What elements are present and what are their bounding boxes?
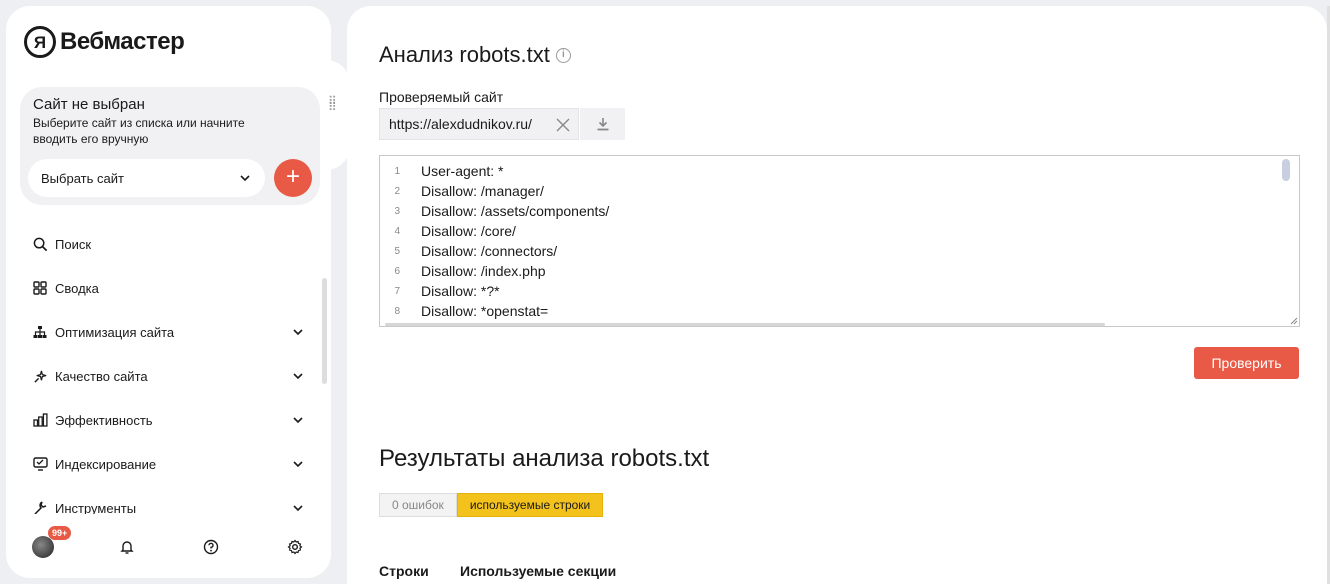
nav-item-label: Индексирование — [55, 456, 157, 472]
editor-horizontal-scrollbar[interactable] — [385, 323, 1105, 326]
editor-line: 5 Disallow: /connectors/ — [380, 241, 1299, 261]
column-header-sections: Используемые секции — [460, 563, 617, 579]
logo[interactable]: Я Вебмастер — [24, 26, 185, 58]
line-number: 3 — [394, 205, 400, 217]
line-text: Disallow: /index.php — [421, 263, 546, 279]
drag-handle-icon[interactable]: ⠿ ⠿ — [328, 95, 338, 113]
sidebar-bottom-bar: 99+ — [6, 522, 331, 572]
tab-used-lines[interactable]: используемые строки — [456, 493, 604, 517]
page-title: Анализ robots.txt i — [379, 42, 571, 68]
line-text: Disallow: /connectors/ — [421, 243, 558, 259]
info-icon[interactable]: i — [555, 47, 571, 63]
nav-item-tools[interactable]: Инструменты — [6, 486, 326, 514]
results-title: Результаты анализа robots.txt — [379, 445, 710, 472]
line-number: 5 — [394, 245, 400, 257]
nav-item-label: Оптимизация сайта — [55, 324, 175, 340]
results-tabs: 0 ошибок используемые строки — [379, 493, 604, 517]
site-field-label: Проверяемый сайт — [379, 89, 504, 105]
editor-line: 7 Disallow: *?* — [380, 281, 1299, 301]
nav-item-label: Сводка — [55, 280, 99, 296]
nav-item-indexing[interactable]: Индексирование — [6, 442, 326, 486]
bell-icon[interactable] — [119, 539, 135, 555]
sparkle-icon — [32, 368, 48, 384]
line-text: User-agent: * — [421, 163, 504, 179]
line-text: Disallow: /assets/components/ — [421, 203, 610, 219]
select-site-dropdown[interactable]: Выбрать сайт — [28, 159, 265, 197]
editor-line: 3 Disallow: /assets/components/ — [380, 201, 1299, 221]
editor-line: 8 Disallow: *openstat= — [380, 301, 1299, 321]
line-number: 1 — [394, 165, 400, 177]
site-selector-box: Сайт не выбран Выберите сайт из списка и… — [20, 87, 320, 205]
editor-line: 6 Disallow: /index.php — [380, 261, 1299, 281]
line-number: 7 — [394, 285, 400, 297]
nav-item-label: Поиск — [55, 236, 92, 252]
nav-item-quality[interactable]: Качество сайта — [6, 354, 326, 398]
site-url-input[interactable]: https://alexdudnikov.ru/ — [379, 108, 579, 140]
download-button[interactable] — [580, 108, 625, 140]
bar-chart-icon — [32, 412, 48, 428]
sidebar-scrollbar[interactable] — [322, 278, 327, 384]
nav-item-label: Качество сайта — [55, 368, 148, 384]
line-number: 8 — [394, 305, 400, 317]
help-icon[interactable] — [203, 539, 219, 555]
app-name: Вебмастер — [60, 28, 185, 55]
nav-item-efficiency[interactable]: Эффективность — [6, 398, 326, 442]
line-text: Disallow: /manager/ — [421, 183, 544, 199]
editor-line: 4 Disallow: /core/ — [380, 221, 1299, 241]
line-number: 4 — [394, 225, 400, 237]
sitemap-icon — [32, 324, 48, 340]
site-url-value: https://alexdudnikov.ru/ — [389, 116, 532, 132]
editor-vertical-scrollbar[interactable] — [1282, 159, 1290, 181]
main-content: Анализ robots.txt i Проверяемый сайт htt… — [347, 6, 1327, 584]
select-site-label: Выбрать сайт — [41, 170, 124, 186]
nav-item-search[interactable]: Поиск — [6, 222, 326, 266]
line-number: 2 — [394, 185, 400, 197]
site-box-description: Выберите сайт из списка или начните ввод… — [33, 116, 245, 146]
chevron-down-icon — [240, 175, 250, 182]
search-icon — [32, 236, 48, 252]
line-text: Disallow: *?* — [421, 283, 500, 299]
line-text: Disallow: *openstat= — [421, 303, 549, 319]
chevron-down-icon — [293, 329, 303, 336]
wrench-icon — [32, 500, 48, 514]
close-icon[interactable] — [554, 116, 572, 134]
editor-lines: 1 User-agent: * 2 Disallow: /manager/3 Disal… — [380, 156, 1299, 321]
sidebar-nav: Поиск Сводка Оптимизация сайта Качество … — [6, 222, 326, 514]
grid-icon — [32, 280, 48, 296]
line-number: 6 — [394, 265, 400, 277]
chevron-down-icon — [293, 417, 303, 424]
gear-icon[interactable] — [287, 539, 303, 555]
chevron-down-icon — [293, 505, 303, 512]
add-site-button[interactable]: + — [274, 159, 312, 197]
tab-errors[interactable]: 0 ошибок — [379, 493, 457, 517]
resize-handle-icon[interactable] — [1290, 317, 1298, 325]
nav-item-summary[interactable]: Сводка — [6, 266, 326, 310]
editor-line: 1 User-agent: * — [380, 161, 1299, 181]
yandex-logo-icon: Я — [24, 26, 56, 58]
notification-count-badge: 99+ — [48, 526, 72, 540]
nav-item-label: Инструменты — [55, 500, 137, 515]
avatar[interactable] — [32, 536, 54, 558]
nav-item-optimization[interactable]: Оптимизация сайта — [6, 310, 326, 354]
chevron-down-icon — [293, 373, 303, 380]
chevron-down-icon — [293, 461, 303, 468]
sidebar: Я Вебмастер Сайт не выбран Выберите сайт… — [6, 6, 331, 578]
column-header-lines: Строки — [379, 563, 429, 579]
download-icon — [597, 118, 608, 131]
nav-item-label: Эффективность — [55, 412, 153, 428]
check-button[interactable]: Проверить — [1194, 347, 1299, 379]
line-text: Disallow: /core/ — [421, 223, 516, 239]
monitor-icon — [32, 456, 48, 472]
page-title-text: Анализ robots.txt — [379, 42, 550, 67]
robots-txt-editor[interactable]: 1 User-agent: * 2 Disallow: /manager/3 Disal… — [379, 155, 1300, 327]
editor-line: 2 Disallow: /manager/ — [380, 181, 1299, 201]
site-box-title: Сайт не выбран — [33, 96, 145, 113]
